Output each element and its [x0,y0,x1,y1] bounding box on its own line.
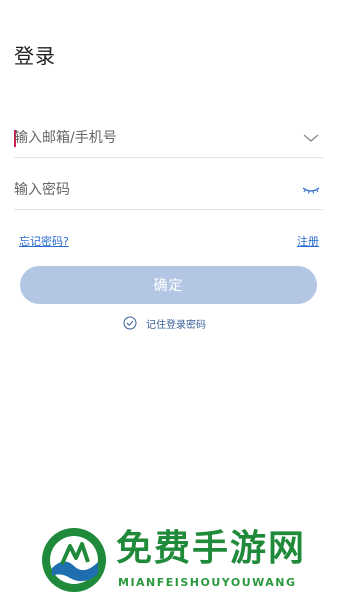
confirm-button[interactable]: 确定 [20,266,317,304]
remember-password-label: 记住登录密码 [146,319,206,331]
password-field [14,170,323,210]
account-field [14,118,323,158]
password-input[interactable] [14,176,284,204]
page-title: 登录 [14,44,56,68]
login-page: 登录 忘记密码? 注册 确定 记住登录密码 [0,0,337,600]
watermark-subtext: MIANFEISHOUYOUWANG [118,576,297,589]
chevron-down-icon[interactable] [301,130,321,146]
watermark-text: 免费手游网 [116,527,307,569]
account-input[interactable] [14,124,284,152]
check-circle-icon [123,316,137,330]
eye-closed-icon[interactable] [301,182,321,198]
register-link[interactable]: 注册 [297,233,319,249]
forgot-password-link[interactable]: 忘记密码? [19,233,69,249]
watermark-logo [42,528,106,592]
auth-links: 忘记密码? 注册 [19,233,319,251]
watermark: 免费手游网 MIANFEISHOUYOUWANG [40,526,330,594]
remember-password-toggle[interactable]: 记住登录密码 [123,315,206,331]
